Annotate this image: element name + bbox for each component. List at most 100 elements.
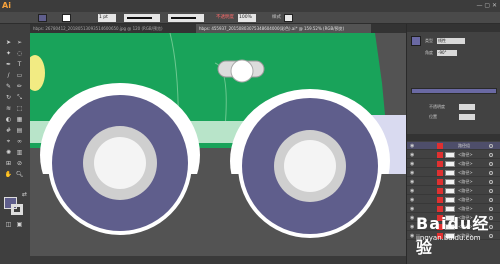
paintbrush-tool-icon[interactable]: ✎ [4, 82, 13, 91]
layer-thumbnail [445, 179, 455, 185]
direct-selection-tool-icon[interactable]: ➢ [15, 38, 24, 47]
brush-definition-dropdown[interactable] [168, 14, 204, 22]
artboard-tool-icon[interactable]: ⊞ [4, 159, 13, 168]
layer-row[interactable]: ◉ <路径> [407, 169, 500, 177]
gradient-opacity-label: 不透明度 [429, 104, 445, 109]
front-hub-inner [94, 137, 146, 189]
car-illustration [30, 33, 406, 264]
stroke-color-swatch[interactable] [62, 14, 71, 22]
width-tool-icon[interactable]: ≋ [4, 104, 13, 113]
target-circle-icon[interactable] [489, 189, 493, 193]
scale-tool-icon[interactable]: ⤡ [15, 93, 24, 102]
door-handle-knob [230, 59, 254, 83]
layer-color-mark [437, 188, 443, 194]
gradient-type-label: 类型 [425, 38, 433, 43]
target-circle-icon[interactable] [489, 171, 493, 175]
pencil-tool-icon[interactable]: ✏ [15, 82, 24, 91]
layer-color-mark [437, 170, 443, 176]
free-transform-tool-icon[interactable]: ⬚ [15, 104, 24, 113]
rectangle-tool-icon[interactable]: ▭ [15, 71, 24, 80]
visibility-eye-icon[interactable]: ◉ [410, 143, 416, 149]
draw-mode-icon[interactable]: ◫ [4, 220, 13, 229]
rear-hub-inner [284, 140, 336, 192]
slice-tool-icon[interactable]: ⊘ [15, 159, 24, 168]
type-tool-icon[interactable]: T [15, 60, 24, 69]
eyedropper-tool-icon[interactable]: ⌖ [4, 137, 13, 146]
layer-row[interactable]: ◉ <路径> [407, 187, 500, 195]
gradient-type-dropdown[interactable]: 线性 [437, 38, 465, 44]
stroke-weight-field[interactable]: 1 pt [98, 14, 116, 22]
layer-row[interactable]: ◉ <路径> [407, 178, 500, 186]
rotate-tool-icon[interactable]: ↻ [4, 93, 13, 102]
layer-color-mark [437, 161, 443, 167]
gradient-location-field[interactable] [459, 114, 475, 120]
layer-name: <路径> [458, 188, 473, 193]
graphic-style-swatch[interactable] [284, 14, 293, 22]
opacity-field[interactable]: 100% [238, 14, 256, 22]
line-tool-icon[interactable]: / [4, 71, 13, 80]
gradient-location-label: 位置 [429, 114, 437, 119]
magic-wand-tool-icon[interactable]: ✦ [4, 49, 13, 58]
menu-bar: Ai — ▢ ✕ [0, 0, 500, 12]
document-tab-2[interactable]: hbps: 455937_20150803075348604000(彩色).ai… [196, 24, 371, 33]
pen-tool-icon[interactable]: ✒ [4, 60, 13, 69]
artboard-canvas[interactable] [30, 33, 406, 264]
layer-color-mark [437, 143, 443, 149]
layer-name: 路径组 [458, 143, 470, 148]
document-tab-1[interactable]: hbps: 26780412_20180513093514600650.jpg … [30, 24, 195, 33]
gradient-slider[interactable] [411, 88, 497, 94]
visibility-eye-icon[interactable]: ◉ [410, 170, 416, 176]
column-graph-tool-icon[interactable]: ▥ [15, 148, 24, 157]
layer-color-mark [437, 152, 443, 158]
target-circle-icon[interactable] [489, 198, 493, 202]
layer-name: <路径> [458, 170, 473, 175]
gradient-opacity-field[interactable] [459, 104, 475, 110]
watermark-url: jingyan.baidu.com [416, 234, 481, 242]
layer-color-mark [437, 179, 443, 185]
layer-name: <路径> [458, 152, 473, 157]
stroke-profile-dropdown[interactable] [124, 14, 160, 22]
blend-tool-icon[interactable]: ∞ [15, 137, 24, 146]
stroke-swatch[interactable] [11, 204, 23, 215]
gradient-preview-swatch[interactable] [411, 36, 421, 46]
shape-builder-tool-icon[interactable]: ◐ [4, 115, 13, 124]
layer-color-mark [437, 197, 443, 203]
fill-color-swatch[interactable] [38, 14, 47, 22]
visibility-eye-icon[interactable]: ◉ [410, 161, 416, 167]
symbol-sprayer-tool-icon[interactable]: ✺ [4, 148, 13, 157]
visibility-eye-icon[interactable]: ◉ [410, 188, 416, 194]
visibility-eye-icon[interactable]: ◉ [410, 197, 416, 203]
mesh-tool-icon[interactable]: # [4, 126, 13, 135]
layer-name: <路径> [458, 161, 473, 166]
layers-panel-tabs[interactable] [407, 134, 500, 141]
opacity-label[interactable]: 不透明度 [216, 14, 234, 22]
target-circle-icon[interactable] [489, 153, 493, 157]
perspective-grid-tool-icon[interactable]: ▦ [15, 115, 24, 124]
screen-mode-icon[interactable]: ▣ [15, 220, 24, 229]
selection-tool-icon[interactable]: ➤ [4, 38, 13, 47]
target-circle-icon[interactable] [489, 144, 493, 148]
target-circle-icon[interactable] [489, 180, 493, 184]
layer-row[interactable]: ◉ <路径> [407, 151, 500, 159]
zoom-tool-icon[interactable]: 🔍︎ [15, 170, 24, 179]
gradient-tool-icon[interactable]: ▤ [15, 126, 24, 135]
layer-thumbnail [445, 188, 455, 194]
baidu-jingyan-watermark: Baidu经验 jingyan.baidu.com [412, 208, 498, 257]
layer-name: <路径> [458, 179, 473, 184]
hand-tool-icon[interactable]: ✋ [4, 170, 13, 179]
tools-panel: ➤ ➢ ✦ ◌ ✒ T / ▭ ✎ ✏ ↻ ⤡ ≋ ⬚ ◐ ▦ # ▤ ⌖ ∞ … [0, 24, 30, 264]
layer-row[interactable]: ◉ <路径> [407, 160, 500, 168]
swap-colors-icon[interactable]: ⇄ [20, 190, 29, 199]
target-circle-icon[interactable] [489, 162, 493, 166]
control-bar: 1 pt 不透明度 100% 样式 [0, 12, 500, 24]
window-controls[interactable]: — ▢ ✕ [476, 2, 497, 9]
layer-row[interactable]: ◉ <路径> [407, 196, 500, 204]
gradient-angle-field[interactable]: -90° [437, 50, 457, 56]
visibility-eye-icon[interactable]: ◉ [410, 152, 416, 158]
layer-thumbnail [445, 161, 455, 167]
lasso-tool-icon[interactable]: ◌ [15, 49, 24, 58]
layer-row[interactable]: ◉ 路径组 [407, 142, 500, 150]
visibility-eye-icon[interactable]: ◉ [410, 179, 416, 185]
app-logo: Ai [2, 1, 11, 10]
gradient-panel-tabs[interactable] [407, 24, 500, 32]
